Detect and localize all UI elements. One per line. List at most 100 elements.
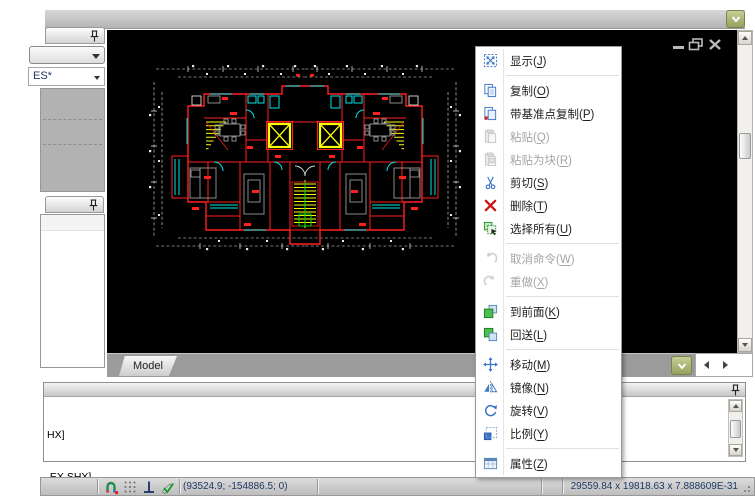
selection-dimensions: 29559.84 x 19818.63 x 7.888609E-31	[570, 481, 738, 492]
tab-list-button[interactable]	[671, 356, 692, 375]
status-divider	[179, 479, 181, 494]
pin-icon[interactable]	[88, 199, 99, 211]
scroll-down-button[interactable]	[738, 338, 752, 352]
menu-item-move[interactable]: 移动(M)	[476, 353, 621, 376]
undo-icon	[480, 251, 500, 267]
chevron-down-icon	[94, 76, 100, 80]
menu-item-copy[interactable]: 复制(O)	[476, 79, 621, 102]
menu-item-label: 属性(Z)	[510, 458, 548, 471]
menu-item-select-all[interactable]: 选择所有(U)	[476, 217, 621, 240]
menu-item-erase[interactable]: 删除(T)	[476, 194, 621, 217]
resize-grip[interactable]	[740, 481, 752, 493]
chevron-down-icon	[731, 10, 741, 28]
close-button[interactable]	[709, 39, 721, 50]
menu-item-rotate[interactable]: 旋转(V)	[476, 399, 621, 422]
menu-item-label: 粘贴(Q)	[510, 131, 550, 144]
tab-scroll-box	[695, 353, 753, 377]
menu-item-label: 旋转(V)	[510, 405, 549, 418]
toolbar-overflow-button[interactable]	[726, 10, 745, 28]
menu-item-label: 剪切(S)	[510, 177, 549, 190]
panel-combo-box[interactable]	[29, 46, 105, 64]
command-scrollbar[interactable]	[728, 399, 743, 457]
triangle-up-icon	[732, 404, 739, 408]
tab-scroll-right-button[interactable]	[723, 361, 728, 369]
document-window-buttons	[672, 38, 724, 52]
status-bar: (93524.9; -154886.5; 0) 29559.84 x 19818…	[40, 477, 755, 496]
menu-item-label: 重做(X)	[510, 276, 549, 289]
panel-top-titlebar[interactable]	[45, 27, 105, 44]
panel-bottom-header-row	[41, 215, 104, 231]
menu-item-copy-with-base-point[interactable]: 带基准点复制(P)	[476, 102, 621, 125]
menu-item-send-back[interactable]: 回送(L)	[476, 323, 621, 346]
status-divider	[541, 479, 543, 494]
menu-item-label: 粘贴为块(R)	[510, 154, 572, 167]
minimize-button[interactable]	[673, 46, 684, 49]
menu-item-mirror[interactable]: 镜像(N)	[476, 376, 621, 399]
triangle-up-icon	[742, 36, 748, 40]
layout-tab-bar: Model	[107, 353, 753, 377]
restore-button[interactable]	[688, 38, 703, 51]
command-line: HX]	[47, 429, 65, 441]
perpendicular-icon[interactable]	[141, 479, 157, 495]
command-line-window[interactable]: HX] .EX.SHX]	[43, 382, 746, 483]
grid-dots-icon[interactable]	[122, 479, 138, 495]
copy-icon	[480, 83, 500, 99]
tab-scroll-left-button[interactable]	[704, 361, 709, 369]
chevron-down-icon	[92, 54, 100, 59]
menu-item-properties[interactable]: 属性(Z)	[476, 452, 621, 475]
menu-item-scale[interactable]: 比例(Y)	[476, 422, 621, 445]
menu-separator	[506, 75, 619, 76]
cursor-coordinates: (93524.9; -154886.5; 0)	[183, 481, 288, 492]
triangle-down-icon	[732, 448, 739, 452]
menu-item-label: 显示(J)	[510, 55, 547, 68]
command-window-titlebar[interactable]	[44, 383, 745, 397]
menu-separator	[506, 296, 619, 297]
triangle-down-icon	[742, 343, 748, 347]
scrollbar-thumb[interactable]	[739, 133, 751, 159]
menu-item-bring-to-front[interactable]: 到前面(K)	[476, 300, 621, 323]
panel-bottom-titlebar[interactable]	[45, 196, 104, 213]
panel-bottom-body[interactable]	[40, 214, 105, 368]
pin-icon[interactable]	[730, 384, 741, 396]
snap-magnet-icon[interactable]	[103, 479, 119, 495]
properties-icon	[480, 456, 500, 472]
style-combo-value: ES*	[33, 70, 52, 82]
cut-icon	[480, 175, 500, 191]
menu-item-label: 选择所有(U)	[510, 223, 572, 236]
chevron-down-icon	[677, 357, 687, 375]
menu-item-label: 比例(Y)	[510, 428, 549, 441]
list-divider	[43, 119, 102, 120]
menu-item-paste-as-block: 粘贴为块(R)	[476, 148, 621, 171]
paste-icon	[480, 129, 500, 145]
menu-separator	[506, 243, 619, 244]
canvas-vertical-scrollbar[interactable]	[737, 30, 753, 353]
scale-icon	[480, 426, 500, 442]
menu-item-label: 复制(O)	[510, 85, 550, 98]
status-divider	[317, 479, 319, 494]
scrollbar-thumb[interactable]	[730, 420, 741, 438]
panel-list-area[interactable]	[40, 88, 105, 192]
status-divider	[562, 479, 564, 494]
menu-item-cut[interactable]: 剪切(S)	[476, 171, 621, 194]
menu-item-label: 回送(L)	[510, 329, 548, 342]
menu-item-paste: 粘贴(Q)	[476, 125, 621, 148]
move-icon	[480, 357, 500, 373]
pen-check-icon[interactable]	[160, 479, 176, 495]
zoom-extents-icon	[480, 53, 500, 69]
menu-item-display[interactable]: 显示(J)	[476, 49, 621, 72]
scroll-down-button[interactable]	[729, 444, 742, 456]
menu-separator	[506, 448, 619, 449]
tab-model[interactable]: Model	[119, 356, 177, 376]
top-toolbar	[45, 10, 745, 29]
scroll-up-button[interactable]	[738, 31, 752, 45]
menu-item-label: 带基准点复制(P)	[510, 108, 595, 121]
menu-separator	[506, 349, 619, 350]
send-back-icon	[480, 327, 500, 343]
menu-item-label: 移动(M)	[510, 359, 551, 372]
style-combo-box[interactable]: ES*	[28, 67, 105, 86]
pin-icon[interactable]	[89, 30, 100, 42]
menu-item-cancel-command: 取消命令(W)	[476, 247, 621, 270]
menu-item-label: 取消命令(W)	[510, 253, 575, 266]
scroll-up-button[interactable]	[729, 400, 742, 412]
menu-item-label: 镜像(N)	[510, 382, 549, 395]
